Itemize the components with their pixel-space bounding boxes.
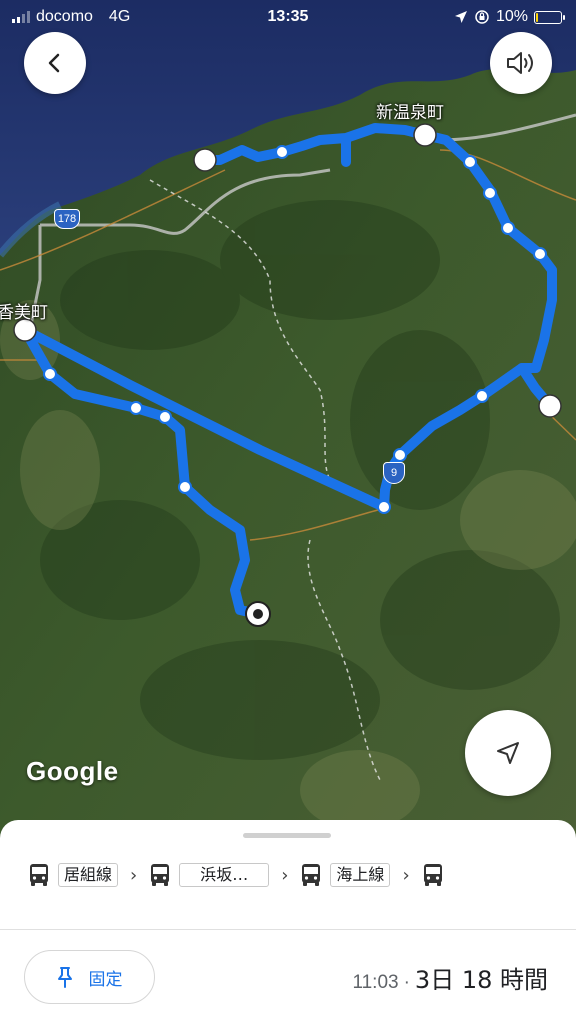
bus-icon (300, 862, 322, 888)
pin-button[interactable]: 固定 (24, 950, 155, 1004)
eta-separator: · (403, 972, 410, 993)
step-separator-icon: › (281, 864, 289, 886)
place-label-kami: 香美町 (0, 303, 48, 323)
step-chip-1: 居組線 (58, 863, 119, 887)
navigation-arrow-icon (497, 742, 519, 764)
back-button[interactable] (24, 32, 86, 94)
route-shield-178: 178 (54, 209, 80, 229)
place-label-shinonsen: 新温泉町 (376, 103, 444, 123)
step-chip-2: 浜坂… (179, 863, 270, 887)
pin-label: 固定 (88, 969, 123, 990)
location-arrow-icon (454, 11, 467, 23)
transit-steps[interactable]: 居組線 › 浜坂… › 海上線 › (28, 860, 444, 890)
trip-duration: 3日 18 時間 (414, 966, 548, 994)
speaker-icon (507, 52, 533, 74)
sound-button[interactable] (490, 32, 552, 94)
trip-eta: 11:03 · 3日 18 時間 (352, 960, 548, 995)
step-separator-icon: › (402, 864, 410, 886)
battery-icon (534, 10, 565, 24)
divider (0, 929, 576, 930)
arrival-time: 11:03 (352, 972, 399, 993)
route-shield-9: 9 (383, 462, 405, 484)
bus-icon (422, 862, 444, 888)
bus-icon (28, 862, 50, 888)
step-separator-icon: › (130, 864, 138, 886)
chevron-left-icon (48, 53, 60, 73)
pin-icon (57, 967, 72, 988)
drag-handle[interactable] (243, 833, 331, 838)
status-bar: docomo 4G 13:35 10% (0, 0, 576, 34)
orientation-lock-icon (475, 10, 489, 24)
battery-percent: 10% (495, 8, 528, 25)
recenter-button[interactable] (465, 710, 551, 796)
google-logo: Google (26, 756, 119, 786)
route-shield-9-label: 9 (390, 467, 398, 479)
route-shield-178-label: 178 (57, 213, 77, 225)
route-summary-sheet[interactable]: 居組線 › 浜坂… › 海上線 › 固定 11:03 · 3日 18 時間 (0, 820, 576, 1024)
step-chip-3: 海上線 (330, 863, 391, 887)
bus-icon (149, 862, 171, 888)
